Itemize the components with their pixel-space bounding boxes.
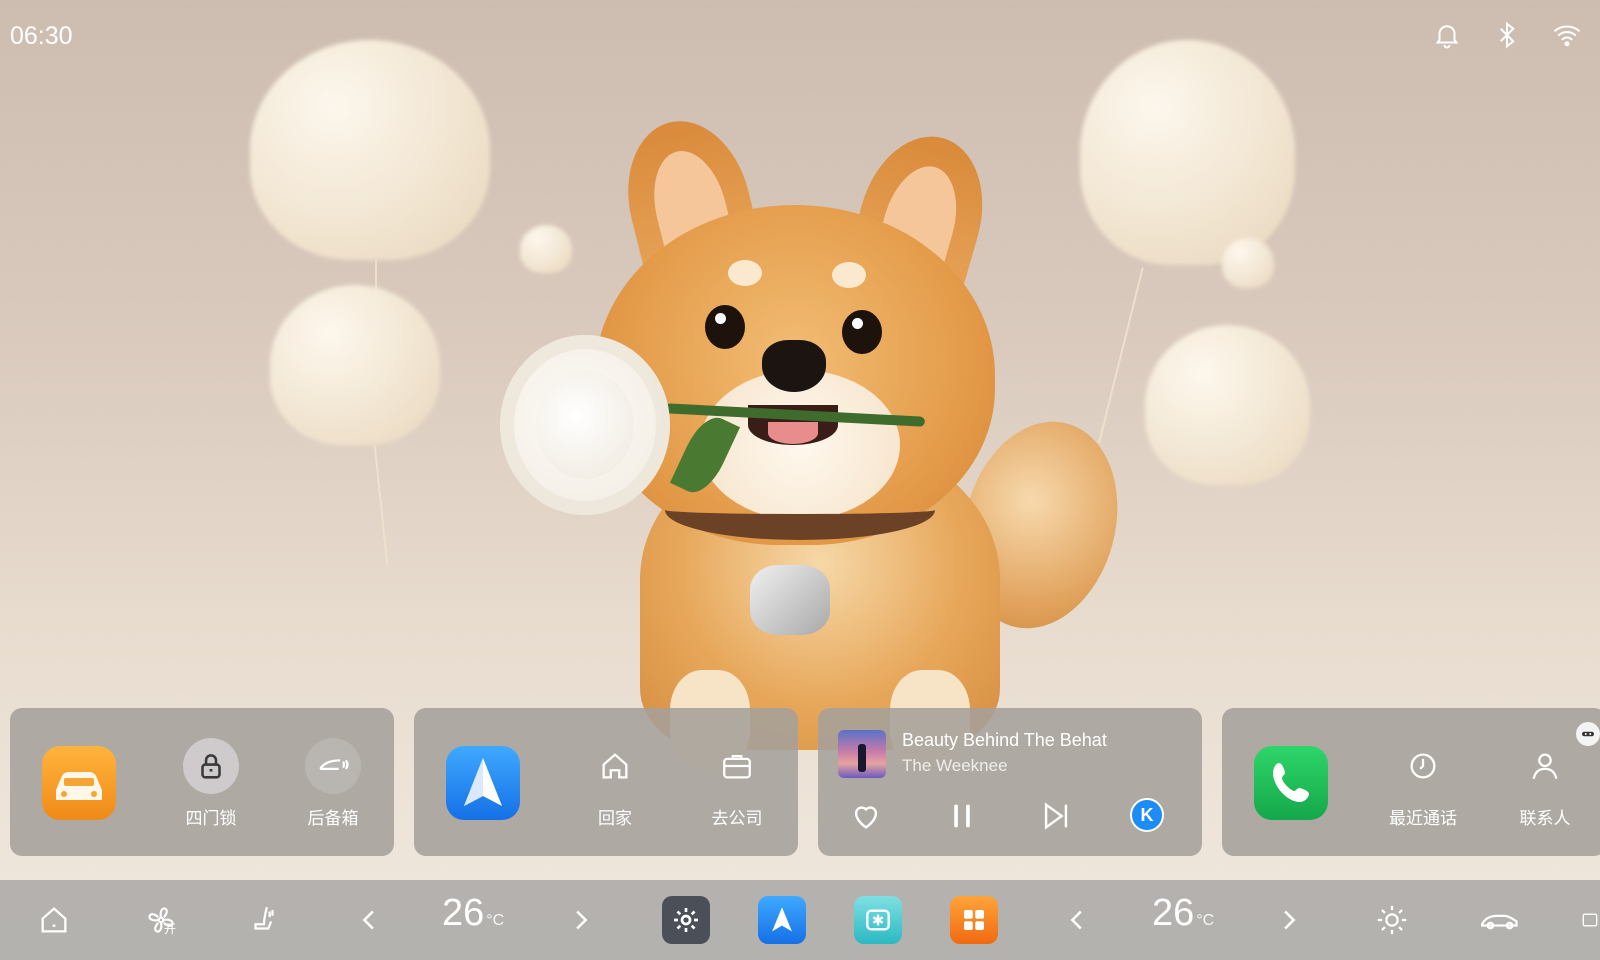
vehicle-card: 四门锁 后备箱 (10, 708, 394, 856)
left-temp-value: 26 (442, 892, 485, 934)
right-temp-value: 26 (1152, 892, 1195, 934)
song-title: Beauty Behind The Behat (902, 730, 1107, 750)
car-app-icon[interactable] (42, 746, 116, 820)
pause-icon[interactable] (942, 796, 982, 836)
white-rose (500, 335, 670, 515)
phone-card: 最近通话 联系人 (1222, 708, 1600, 856)
right-temp-up-button[interactable] (1268, 898, 1308, 942)
right-temperature: 26 °C (1152, 892, 1214, 935)
brightness-icon[interactable] (1372, 898, 1412, 942)
trunk-label: 后备箱 (307, 809, 359, 829)
apps-grid-icon[interactable] (950, 896, 998, 944)
left-temp-up-button[interactable] (560, 898, 600, 942)
chevron-left-icon (362, 910, 374, 930)
music-source-badge[interactable]: K (1130, 798, 1164, 832)
settings-icon[interactable] (662, 896, 710, 944)
go-home-label: 回家 (598, 809, 632, 829)
go-office-button[interactable]: 去公司 (682, 738, 792, 829)
trunk-button[interactable]: 后备箱 (278, 738, 388, 829)
left-temp-down-button[interactable] (350, 898, 390, 942)
person-icon (1517, 738, 1573, 794)
navigation-arrow-icon[interactable] (446, 746, 520, 820)
next-track-icon[interactable] (1036, 796, 1076, 836)
music-card: Beauty Behind The Behat The Weeknee K (818, 708, 1202, 856)
partial-edge-icon[interactable] (1580, 898, 1600, 942)
fan-control[interactable]: 开 (136, 898, 186, 942)
chevron-right-icon (1284, 910, 1296, 930)
door-lock-label: 四门锁 (185, 809, 237, 829)
assistant-badge-icon[interactable] (1576, 722, 1600, 746)
navigation-app-icon[interactable] (758, 896, 806, 944)
recent-calls-label: 最近通话 (1389, 809, 1457, 829)
navigation-card: 回家 去公司 (414, 708, 798, 856)
home-icon[interactable] (34, 898, 74, 942)
heart-icon[interactable] (846, 796, 886, 836)
home-icon (587, 738, 643, 794)
status-time: 06:30 (10, 22, 73, 50)
chevron-left-icon (1070, 910, 1082, 930)
climate-app-icon[interactable] (854, 896, 902, 944)
album-art[interactable] (838, 730, 886, 778)
shiba-dog-illustration (490, 108, 1140, 770)
wifi-icon[interactable] (1552, 20, 1582, 50)
dock-bar: 开 26 °C 26 °C (0, 880, 1600, 960)
briefcase-icon (709, 738, 765, 794)
status-icons (1432, 20, 1582, 50)
go-home-button[interactable]: 回家 (560, 738, 670, 829)
recent-calls-button[interactable]: 最近通话 (1368, 738, 1478, 829)
contacts-button[interactable]: 联系人 (1490, 738, 1600, 829)
bell-icon[interactable] (1432, 20, 1462, 50)
seat-heating-icon[interactable] (244, 898, 284, 942)
chevron-right-icon (576, 910, 588, 930)
clock-icon (1395, 738, 1451, 794)
right-temp-down-button[interactable] (1058, 898, 1098, 942)
contacts-label: 联系人 (1519, 809, 1571, 829)
right-temp-unit: °C (1196, 912, 1215, 929)
song-artist: The Weeknee (902, 756, 1008, 775)
trunk-icon (305, 738, 361, 794)
left-temperature: 26 °C (442, 892, 504, 935)
door-lock-button[interactable]: 四门锁 (156, 738, 266, 829)
phone-icon[interactable] (1254, 746, 1328, 820)
left-temp-unit: °C (486, 912, 505, 929)
lock-icon (183, 738, 239, 794)
bluetooth-icon[interactable] (1492, 20, 1522, 50)
fan-state-label: 开 (164, 922, 177, 936)
vehicle-status-icon[interactable] (1476, 898, 1524, 942)
go-office-label: 去公司 (711, 809, 763, 829)
